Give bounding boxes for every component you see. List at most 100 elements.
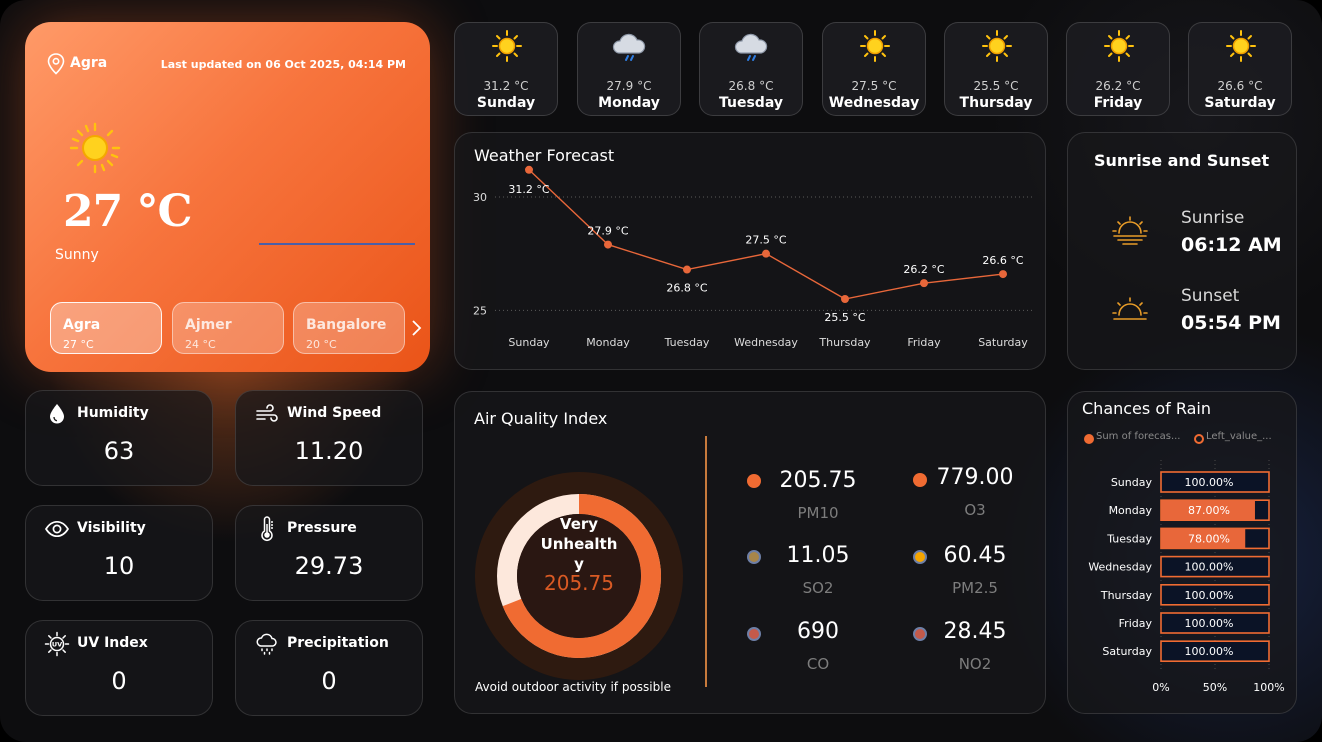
sun-icon (856, 29, 894, 63)
aqi-divider (705, 436, 707, 687)
city-chip-temp: 27 °C (63, 338, 94, 351)
day-temperature: 25.5 °C (973, 79, 1019, 93)
x-tick-label: Sunday (508, 336, 550, 349)
day-tile-tuesday[interactable]: 26.8 °C Tuesday (699, 22, 803, 116)
day-tile-saturday[interactable]: 26.6 °C Saturday (1188, 22, 1292, 116)
stat-label: Wind Speed (287, 405, 382, 421)
pressure-card: Pressure 29.73 (235, 505, 423, 601)
co-label: CO (806, 655, 830, 673)
sunset-label: Sunset (1181, 286, 1240, 306)
forecast-point (841, 295, 849, 303)
visibility-card: Visibility 10 (25, 505, 213, 601)
stat-label: UV Index (77, 635, 148, 651)
day-tile-wednesday[interactable]: 27.5 °C Wednesday (822, 22, 926, 116)
weather-forecast-card: Weather Forecast 25 30 31.2 °C Sunday 27.9 °… (454, 132, 1046, 370)
pm25-label: PM2.5 (952, 579, 998, 597)
x-tick-label: 50% (1203, 681, 1227, 694)
forecast-point (999, 270, 1007, 279)
day-tile-thursday[interactable]: 25.5 °C Thursday (944, 22, 1048, 116)
sun-icon (1100, 29, 1138, 63)
droplet-icon (50, 404, 64, 424)
x-tick-label: Tuesday (664, 336, 710, 349)
aqi-status-line: y (574, 555, 584, 573)
current-weather-card: Agra Last updated on 06 Oct 2025, 04:14 … (25, 22, 430, 372)
co-value: 690 (797, 619, 839, 644)
rain-data-label: 100.00% (1185, 476, 1234, 489)
day-name: Sunday (476, 95, 536, 111)
sunrise-label: Sunrise (1181, 208, 1245, 228)
chevron-right-icon[interactable] (409, 319, 423, 337)
sun-icon (488, 29, 526, 63)
last-updated: Last updated on 06 Oct 2025, 04:14 PM (160, 58, 406, 71)
day-name: Friday (1093, 95, 1143, 111)
sun-icon (69, 122, 121, 174)
temperature-divider (259, 243, 415, 245)
rain-day-label: Wednesday (1088, 561, 1152, 574)
rain-bar-chart: Sunday 100.00% Monday 87.00% Tuesday 78.00% We… (1088, 460, 1285, 694)
day-temperature: 31.2 °C (483, 79, 529, 93)
stat-label: Humidity (77, 405, 149, 421)
sunrise-icon (1112, 216, 1148, 245)
stat-label: Precipitation (287, 635, 389, 651)
x-tick-label: Monday (586, 336, 630, 349)
day-name: Saturday (1204, 95, 1276, 111)
day-name: Wednesday (828, 95, 920, 111)
stat-value: 0 (111, 667, 127, 695)
city-chip-ajmer[interactable]: Ajmer 24 °C (172, 302, 284, 354)
sunrise-time: 06:12 AM (1181, 234, 1282, 256)
thermometer-icon (261, 516, 273, 542)
x-tick-label: Wednesday (734, 336, 798, 349)
stat-value: 11.20 (294, 437, 364, 465)
svg-text:UV: UV (52, 641, 62, 649)
stat-value: 63 (103, 437, 135, 465)
sunrise-sunset-card: Sunrise and Sunset Sunrise 06:12 AM Suns… (1067, 132, 1297, 370)
pm10-value: 205.75 (779, 468, 857, 493)
aqi-gauge: 205.75 Very Unhealth y (475, 472, 683, 680)
y-tick-label: 25 (473, 304, 487, 317)
rain-data-label: 100.00% (1185, 645, 1234, 658)
x-tick-label: 100% (1253, 681, 1284, 694)
x-tick-label: Friday (907, 336, 941, 349)
forecast-line-chart: 25 30 31.2 °C Sunday 27.9 °C Monday 26.8 °C Tue… (473, 165, 1033, 349)
map-pin-icon (47, 53, 65, 75)
rain-day-label: Monday (1109, 504, 1153, 517)
uv-index-card: UV UV Index 0 (25, 620, 213, 716)
forecast-point (604, 240, 612, 249)
day-temperature: 26.6 °C (1217, 79, 1263, 93)
rain-data-label: 78.00% (1188, 532, 1230, 545)
aqi-advice: Avoid outdoor activity if possible (475, 680, 671, 694)
y-tick-label: 30 (473, 191, 487, 204)
sunset-time: 05:54 PM (1181, 312, 1281, 334)
city-chip-name: Bangalore (306, 317, 387, 333)
stat-label: Pressure (287, 520, 357, 536)
no2-value: 28.45 (943, 619, 1007, 644)
o3-label: O3 (964, 501, 986, 519)
air-quality-card: Air Quality Index 205.75 Very Unhealth y… (454, 391, 1046, 714)
forecast-point (920, 279, 928, 288)
city-chip-temp: 24 °C (185, 338, 216, 351)
x-tick-label: 0% (1152, 681, 1169, 694)
cloud-rain-icon (256, 633, 277, 655)
day-name: Thursday (959, 95, 1033, 111)
city-chip-bangalore[interactable]: Bangalore 20 °C (293, 302, 405, 354)
day-tile-friday[interactable]: 26.2 °C Friday (1066, 22, 1170, 116)
forecast-data-label: 26.6 °C (982, 254, 1023, 267)
rain-cloud-icon (733, 29, 771, 63)
day-temperature: 27.9 °C (606, 79, 652, 93)
day-tile-sunday[interactable]: 31.2 °C Sunday (454, 22, 558, 116)
rain-cloud-icon (611, 29, 649, 63)
rain-day-label: Tuesday (1106, 532, 1152, 545)
stat-value: 10 (103, 552, 135, 580)
day-tile-monday[interactable]: 27.9 °C Monday (577, 22, 681, 116)
city-chip-name: Ajmer (185, 317, 232, 333)
rain-day-label: Thursday (1100, 589, 1153, 602)
stat-value: 0 (321, 667, 337, 695)
sun-icon (978, 29, 1016, 63)
humidity-card: Humidity 63 (25, 390, 213, 486)
eye-icon (44, 520, 70, 538)
current-city: Agra (70, 55, 108, 71)
pm25-value: 60.45 (943, 543, 1007, 568)
city-chip-agra[interactable]: Agra 27 °C (50, 302, 162, 354)
forecast-point (525, 165, 533, 174)
forecast-data-label: 27.9 °C (587, 225, 628, 238)
